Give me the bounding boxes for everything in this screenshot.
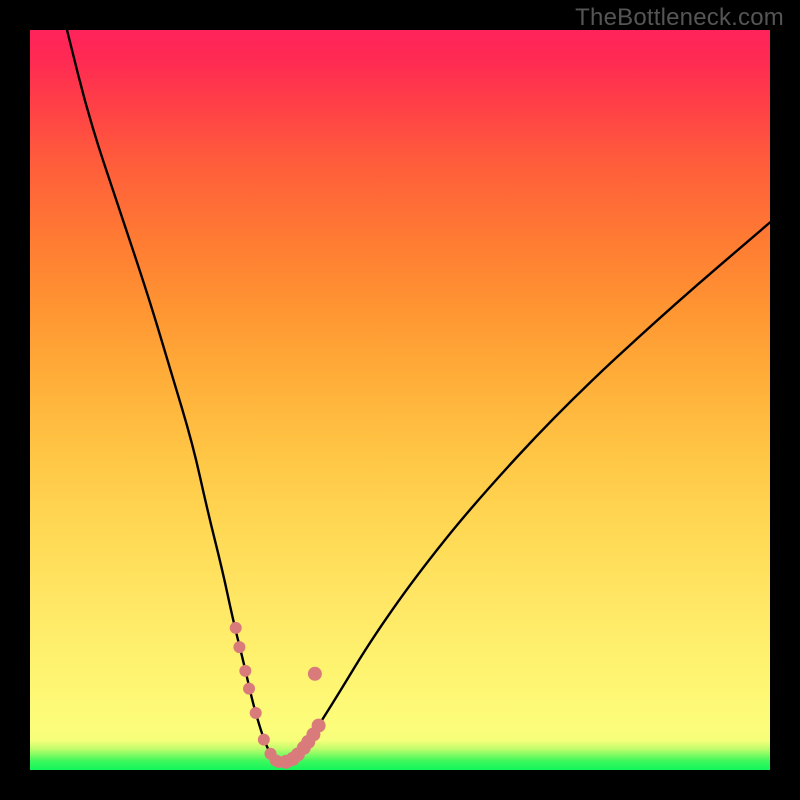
data-point — [312, 719, 326, 733]
data-point — [258, 734, 270, 746]
data-point-markers — [30, 30, 770, 770]
data-point — [308, 667, 322, 681]
chart-frame: TheBottleneck.com — [0, 0, 800, 800]
watermark-text: TheBottleneck.com — [575, 4, 784, 32]
data-point — [243, 683, 255, 695]
data-point — [239, 665, 251, 677]
data-point — [233, 641, 245, 653]
data-point — [250, 707, 262, 719]
data-point — [230, 622, 242, 634]
